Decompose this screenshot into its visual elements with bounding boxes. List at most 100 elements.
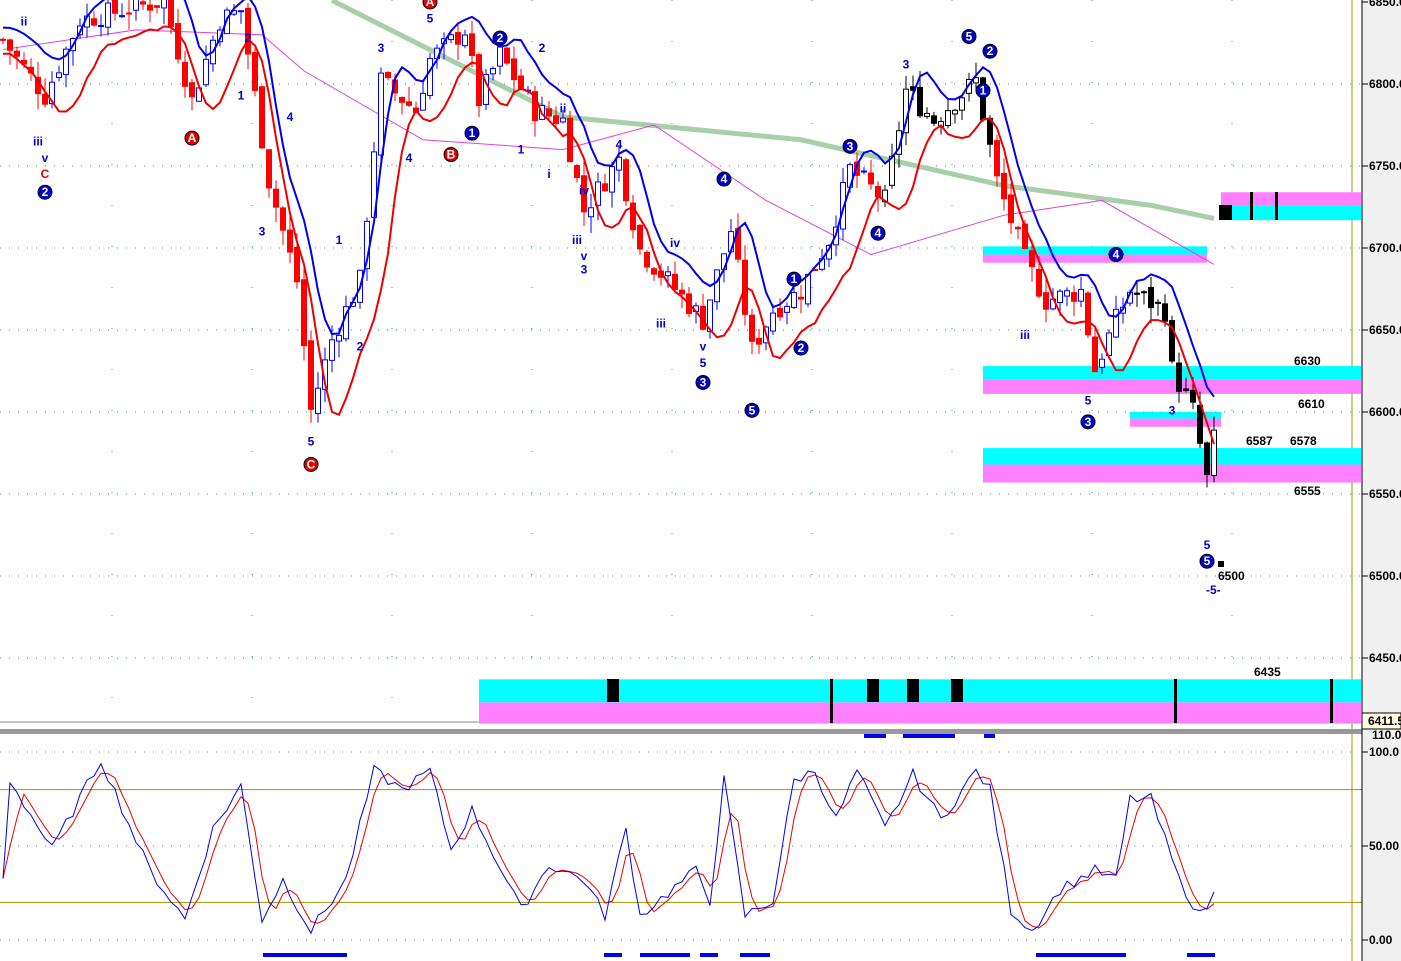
candle-body [665,271,671,277]
signal-bar [903,734,955,738]
candle-body [1148,286,1154,309]
wave-label: i [547,167,550,181]
wave-label: iii [572,233,582,247]
candle-body [7,39,13,51]
candle-body [168,0,174,27]
candle-body [329,339,335,361]
price-tick-label: 6500.0 [1369,569,1401,583]
zone-magenta [983,254,1207,263]
candle-body [574,165,580,178]
wave-label: 5 [1204,554,1211,568]
candle-body [315,387,321,415]
wave-label: 2 [42,185,49,199]
candles [0,0,1217,488]
candle-body [609,166,615,193]
candle-body [945,110,951,126]
zone-marker [1275,192,1278,220]
last-price: 6411.5 [1368,714,1401,728]
wave-label: 3 [700,375,707,389]
candle-body [385,71,391,79]
wave-label: 5 [308,435,315,449]
wave-label: iii [656,316,666,330]
wave-label: 5 [966,29,973,43]
signal-bar [740,953,770,957]
candle-body [476,54,482,107]
candle-body [959,97,965,111]
osc-top-label: 110.0 [1372,728,1401,742]
signal-bar [700,953,718,957]
trading-chart: iiiiivC2A12345C12345AB1221iiiiviiiv34iii… [0,0,1401,961]
zone-marker [1250,192,1253,220]
wave-label: 1 [336,233,343,247]
panel-separator [0,729,1362,734]
signal-bar [984,734,995,738]
candle-body [602,183,608,192]
candle-body [497,46,503,67]
candle-body [1064,290,1070,297]
level-labels: 6630 6610 6587 6578 6555 6435 6500 -5- [1206,354,1325,679]
level-6587: 6587 [1246,434,1273,448]
wave-label: 4 [287,110,294,124]
zone-block [607,679,619,702]
candle-body [112,0,118,14]
wave-label: 5 [700,356,707,370]
candle-body [588,207,594,218]
wave-label: 3 [581,262,588,276]
candle-body [1099,358,1105,368]
wave-label: v [42,151,49,165]
candle-body [147,4,153,11]
candle-body [504,47,510,64]
candle-body [861,170,867,173]
wave-label: 2 [497,31,504,45]
candle-body [273,188,279,208]
candle-body [1176,362,1182,392]
candle-body [1029,250,1035,268]
wave-label: 4 [616,138,623,152]
signal-bar [263,953,347,957]
candle-body [399,97,405,103]
wave-label: C [41,167,50,181]
wave-label: 3 [847,139,854,153]
candle-body [189,82,195,98]
zone-marker [1330,679,1333,723]
wave-label: 4 [406,151,413,165]
candle-body [280,207,286,231]
candle-body [672,273,678,290]
candle-body [1001,172,1007,200]
wave-label: v [700,339,707,353]
candle-body [1197,404,1203,444]
zone-cyan [983,448,1361,465]
candle-body [805,273,811,305]
candle-body [1078,288,1084,302]
candle-body [161,0,167,9]
long-moving-average [330,0,1215,221]
candle-body [917,86,923,117]
candle-body [462,34,468,47]
candle-body [259,86,265,149]
candle-body [616,156,622,171]
candle-body [301,279,307,347]
candle-body [140,1,146,5]
candle-body [791,291,797,308]
wave-label: B [447,148,456,162]
candle-body [203,58,209,86]
wave-label: ii [21,15,28,29]
osc-tick-label: 100.0 [1369,745,1399,759]
level-6630: 6630 [1294,354,1321,368]
candle-body [770,312,776,332]
wave-label: A [426,0,435,9]
candle-body [406,101,412,106]
signal-bar [1036,953,1126,957]
candle-body [952,109,958,115]
stochastic-oscillator [0,734,1362,957]
wave-label: 1 [791,272,798,286]
target-sublabel: -5- [1206,583,1221,597]
candle-body [1015,226,1021,230]
zone-block [907,679,919,702]
candle-body [1155,301,1161,304]
candle-body [427,58,433,97]
candle-body [91,18,97,26]
candle-body [1036,268,1042,297]
candle-body [644,251,650,268]
price-tick-label: 6850.0 [1369,0,1401,9]
